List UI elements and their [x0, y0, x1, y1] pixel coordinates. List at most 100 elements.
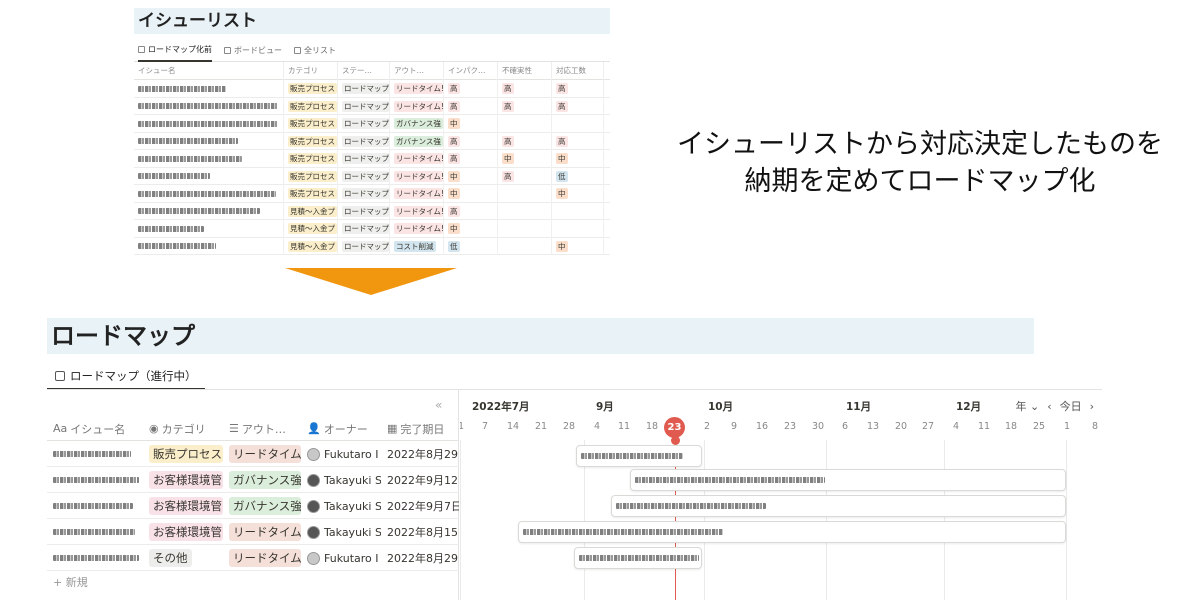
table-row[interactable]: 販売プロセス ロードマップ ガバナンス強中	[134, 115, 610, 133]
category-cell[interactable]: 販売プロセス	[284, 167, 338, 185]
column-header-due[interactable]: ▦ 完了期日	[381, 421, 459, 437]
timeline-bar[interactable]	[576, 445, 702, 467]
issue-name-cell[interactable]	[47, 545, 143, 571]
status-cell[interactable]: ロードマップ	[338, 202, 390, 220]
status-cell[interactable]: ロードマップ	[338, 132, 390, 150]
table-row[interactable]: 見積〜入金プ ロードマップ リードタイム! 中	[134, 220, 610, 238]
due-date-cell[interactable]: 2022年8月29日	[381, 441, 459, 467]
issue-name-cell[interactable]	[134, 220, 284, 238]
category-cell[interactable]: お客様環境管	[143, 467, 223, 493]
column-header[interactable]: 対応工数	[552, 62, 604, 80]
column-header[interactable]: ステー…	[338, 62, 390, 80]
due-date-cell[interactable]: 2022年8月15日	[381, 519, 459, 545]
prev-icon[interactable]: ‹	[1047, 400, 1051, 413]
effort-cell[interactable]: 中	[552, 150, 604, 168]
category-cell[interactable]: 見積〜入金プ	[284, 237, 338, 255]
impact-cell[interactable]: 高	[444, 150, 498, 168]
timeline-bar[interactable]	[630, 469, 1066, 491]
outcome-cell[interactable]: ガバナンス強	[390, 115, 444, 133]
impact-cell[interactable]: 中	[444, 185, 498, 203]
uncertainty-cell[interactable]	[498, 202, 552, 220]
outcome-cell[interactable]: ガバナンス強	[223, 493, 301, 519]
next-icon[interactable]: ›	[1090, 400, 1094, 413]
tab-roadmap-before[interactable]: ロードマップ化前	[138, 40, 212, 62]
column-header-issue[interactable]: Aa イシュー名	[47, 421, 143, 437]
owner-cell[interactable]: Takayuki S	[301, 493, 381, 519]
owner-cell[interactable]: Takayuki S	[301, 519, 381, 545]
issue-name-cell[interactable]	[47, 493, 143, 519]
timeline-bar[interactable]	[518, 521, 1066, 543]
category-cell[interactable]: 販売プロセス	[284, 115, 338, 133]
category-cell[interactable]: その他	[143, 545, 223, 571]
outcome-cell[interactable]: リードタイム!	[390, 202, 444, 220]
effort-cell[interactable]: 高	[552, 97, 604, 115]
effort-cell[interactable]: 高	[552, 132, 604, 150]
category-cell[interactable]: 見積〜入金プ	[284, 220, 338, 238]
tab-roadmap-in-progress[interactable]: ロードマップ（進行中）	[47, 363, 205, 390]
issue-name-cell[interactable]	[134, 115, 284, 133]
owner-cell[interactable]: Takayuki S	[301, 467, 381, 493]
effort-cell[interactable]: 高	[552, 80, 604, 98]
impact-cell[interactable]: 高	[444, 202, 498, 220]
impact-cell[interactable]: 中	[444, 115, 498, 133]
outcome-cell[interactable]: リードタイム!	[390, 220, 444, 238]
tab-all-list[interactable]: 全リスト	[294, 40, 336, 62]
impact-cell[interactable]: 高	[444, 132, 498, 150]
status-cell[interactable]: ロードマップ	[338, 150, 390, 168]
owner-cell[interactable]: Fukutaro I	[301, 545, 381, 571]
period-select[interactable]: 年 ⌄	[1015, 398, 1039, 414]
uncertainty-cell[interactable]: 高	[498, 132, 552, 150]
due-date-cell[interactable]: 2022年9月7日	[381, 493, 459, 519]
issue-name-cell[interactable]	[134, 97, 284, 115]
column-header-category[interactable]: ◉ カテゴリ	[143, 421, 223, 437]
outcome-cell[interactable]: リードタイム!	[223, 441, 301, 467]
issue-name-cell[interactable]	[134, 132, 284, 150]
effort-cell[interactable]: 中	[552, 237, 604, 255]
uncertainty-cell[interactable]	[498, 220, 552, 238]
collapse-icon[interactable]: «	[435, 398, 442, 412]
issue-name-cell[interactable]	[47, 441, 143, 467]
effort-cell[interactable]	[552, 220, 604, 238]
category-cell[interactable]: 販売プロセス	[284, 97, 338, 115]
issue-name-cell[interactable]	[134, 80, 284, 98]
owner-cell[interactable]: Fukutaro I	[301, 441, 381, 467]
table-row[interactable]: 販売プロセス ロードマップ リードタイム! 高 高 高	[134, 97, 610, 115]
issue-name-cell[interactable]	[134, 202, 284, 220]
outcome-cell[interactable]: リードタイム!	[390, 185, 444, 203]
category-cell[interactable]: 販売プロセス	[284, 185, 338, 203]
issue-name-cell[interactable]	[134, 185, 284, 203]
issue-name-cell[interactable]	[47, 519, 143, 545]
issue-name-cell[interactable]	[134, 237, 284, 255]
outcome-cell[interactable]: ガバナンス強	[223, 467, 301, 493]
status-cell[interactable]: ロードマップ	[338, 97, 390, 115]
column-header[interactable]: インパク…	[444, 62, 498, 80]
status-cell[interactable]: ロードマップ	[338, 115, 390, 133]
outcome-cell[interactable]: リードタイム!	[390, 150, 444, 168]
uncertainty-cell[interactable]: 中	[498, 150, 552, 168]
outcome-cell[interactable]: リードタイム!	[390, 167, 444, 185]
issue-name-cell[interactable]	[47, 467, 143, 493]
table-row[interactable]: お客様環境管 ガバナンス強 Takayuki S 2022年9月7日	[47, 493, 459, 519]
column-header-outcome[interactable]: ☰ アウト…	[223, 421, 301, 437]
uncertainty-cell[interactable]	[498, 115, 552, 133]
impact-cell[interactable]: 高	[444, 80, 498, 98]
column-header-owner[interactable]: 👤 オーナー	[301, 421, 381, 437]
outcome-cell[interactable]: リードタイム!	[390, 97, 444, 115]
effort-cell[interactable]: 中	[552, 185, 604, 203]
table-row[interactable]: 販売プロセス ロードマップ リードタイム! 中 高 低	[134, 167, 610, 185]
impact-cell[interactable]: 中	[444, 167, 498, 185]
status-cell[interactable]: ロードマップ	[338, 220, 390, 238]
outcome-cell[interactable]: ガバナンス強	[390, 132, 444, 150]
effort-cell[interactable]	[552, 115, 604, 133]
tab-board-view[interactable]: ボードビュー	[224, 40, 282, 62]
table-row[interactable]: 販売プロセスリードタイム! Fukutaro I2022年8月29日	[47, 441, 459, 467]
effort-cell[interactable]	[552, 202, 604, 220]
category-cell[interactable]: 販売プロセス	[143, 441, 223, 467]
table-row[interactable]: 見積〜入金プ ロードマップ リードタイム! 高	[134, 202, 610, 220]
uncertainty-cell[interactable]: 高	[498, 97, 552, 115]
timeline-bar[interactable]	[574, 547, 702, 569]
new-row-button[interactable]: + 新規	[53, 574, 88, 590]
status-cell[interactable]: ロードマップ	[338, 167, 390, 185]
status-cell[interactable]: ロードマップ	[338, 237, 390, 255]
table-row[interactable]: 販売プロセス ロードマップ リードタイム! 中 中	[134, 185, 610, 203]
